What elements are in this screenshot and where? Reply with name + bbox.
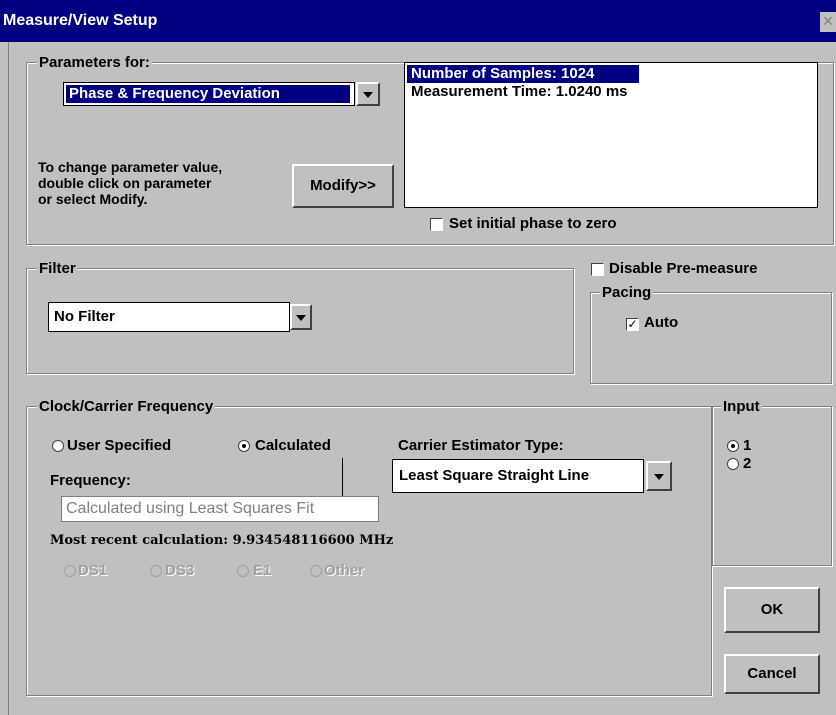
help-text-line: To change parameter value, xyxy=(38,159,223,175)
filter-select-value: No Filter xyxy=(54,308,115,325)
parameter-select-arrow[interactable] xyxy=(356,82,380,106)
modify-button[interactable]: Modify>> xyxy=(292,164,394,208)
e1-label: E1 xyxy=(253,562,272,579)
estimator-label: Carrier Estimator Type: xyxy=(398,437,564,454)
pacing-auto-checkbox[interactable]: ✓ xyxy=(626,318,639,331)
chevron-down-icon xyxy=(296,315,306,321)
connector-line xyxy=(342,458,343,496)
other-label: Other xyxy=(324,562,365,579)
help-text-line: double click on parameter xyxy=(38,175,212,191)
parameters-group-label: Parameters for: xyxy=(37,54,152,71)
ok-button[interactable]: OK xyxy=(724,587,820,633)
pacing-group xyxy=(590,292,832,384)
estimator-select-arrow[interactable] xyxy=(646,461,672,491)
help-text-line: or select Modify. xyxy=(38,191,148,207)
e1-radio[interactable] xyxy=(237,565,249,577)
input-1-radio[interactable] xyxy=(727,440,739,452)
title-bar: Measure/View Setup × xyxy=(0,0,836,42)
disable-pre-measure-label: Disable Pre-measure xyxy=(609,260,758,277)
check-icon: ✓ xyxy=(627,317,638,331)
clock-group-label: Clock/Carrier Frequency xyxy=(37,398,216,415)
input-group xyxy=(712,406,832,566)
chevron-down-icon xyxy=(654,474,664,480)
input-group-label: Input xyxy=(721,398,762,415)
calculated-radio[interactable] xyxy=(238,440,250,452)
pacing-group-label: Pacing xyxy=(600,284,654,301)
other-radio[interactable] xyxy=(310,565,322,577)
parameter-list-item[interactable]: Measurement Time: 1.0240 ms xyxy=(407,83,628,101)
estimator-select-value: Least Square Straight Line xyxy=(399,467,590,484)
initial-phase-checkbox[interactable] xyxy=(430,218,443,231)
pacing-auto-label: Auto xyxy=(644,314,679,331)
chevron-down-icon xyxy=(363,92,373,98)
input-1-label: 1 xyxy=(743,437,752,454)
filter-select[interactable]: No Filter xyxy=(48,302,290,332)
frequency-field[interactable]: Calculated using Least Squares Fit xyxy=(61,496,379,522)
filter-group-label: Filter xyxy=(37,260,78,277)
initial-phase-label: Set initial phase to zero xyxy=(449,215,617,232)
ds3-label: DS3 xyxy=(165,562,195,579)
recent-calculation-text: Most recent calculation: 9.934548116600 … xyxy=(50,533,394,548)
ds1-label: DS1 xyxy=(78,562,108,579)
parameter-list[interactable]: Number of Samples: 1024 Measurement Time… xyxy=(404,62,818,208)
user-specified-radio[interactable] xyxy=(52,440,64,452)
filter-select-arrow[interactable] xyxy=(290,304,312,330)
window-title: Measure/View Setup xyxy=(3,12,158,29)
frequency-field-value: Calculated using Least Squares Fit xyxy=(66,500,315,517)
input-2-label: 2 xyxy=(743,455,752,472)
ds3-radio[interactable] xyxy=(150,565,162,577)
parameter-select-value: Phase & Frequency Deviation xyxy=(66,85,350,103)
parameter-list-item[interactable]: Number of Samples: 1024 xyxy=(407,65,639,83)
cancel-button[interactable]: Cancel xyxy=(724,654,820,694)
disable-pre-measure-checkbox[interactable] xyxy=(591,263,604,276)
input-2-radio[interactable] xyxy=(727,458,739,470)
parameter-select[interactable]: Phase & Frequency Deviation xyxy=(63,82,355,106)
calculated-label: Calculated xyxy=(255,437,331,454)
ds1-radio[interactable] xyxy=(64,565,76,577)
left-edge xyxy=(8,42,9,715)
frequency-label: Frequency: xyxy=(50,472,131,489)
user-specified-label: User Specified xyxy=(67,437,172,454)
close-icon[interactable]: × xyxy=(820,12,836,32)
estimator-select[interactable]: Least Square Straight Line xyxy=(392,459,644,493)
